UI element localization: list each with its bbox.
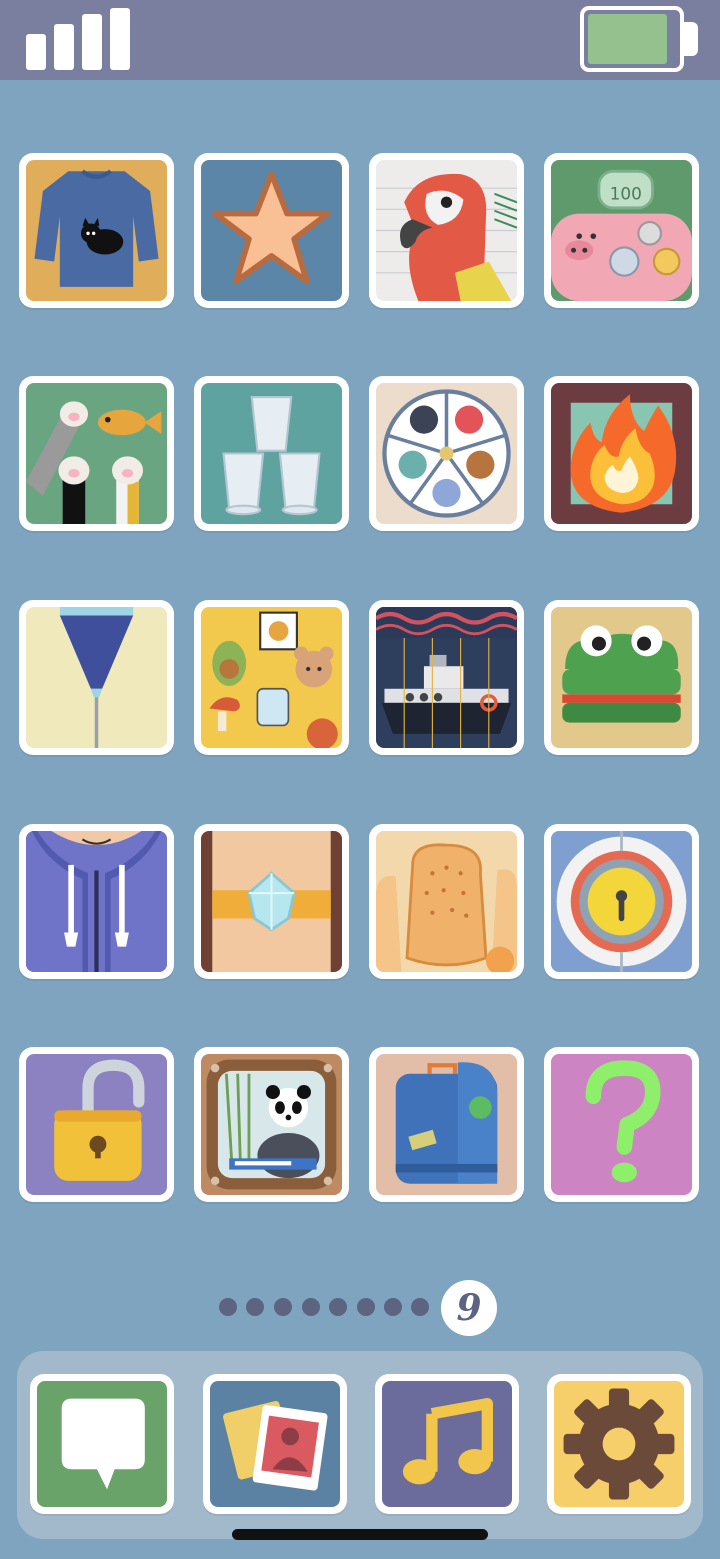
app-buttons-tray[interactable]	[369, 376, 524, 531]
messages-icon	[37, 1381, 167, 1507]
app-parrot-sketch[interactable]	[369, 153, 524, 308]
dock-app-settings[interactable]	[547, 1374, 691, 1514]
dock-app-messages[interactable]	[30, 1374, 174, 1514]
home-indicator[interactable]	[232, 1529, 488, 1540]
app-crocodile[interactable]	[544, 600, 699, 755]
page-dot[interactable]	[302, 1298, 320, 1316]
app-fire[interactable]	[544, 376, 699, 531]
app-keyhole-lock[interactable]	[544, 824, 699, 979]
page-dot[interactable]	[357, 1298, 375, 1316]
page-dot[interactable]	[384, 1298, 402, 1316]
app-piping-bag[interactable]	[19, 600, 174, 755]
app-stickers[interactable]	[194, 600, 349, 755]
suitcase-icon	[376, 1054, 517, 1195]
app-star[interactable]	[194, 153, 349, 308]
question-mark-icon	[551, 1054, 692, 1195]
fire-icon	[551, 383, 692, 524]
page-dot[interactable]	[219, 1298, 237, 1316]
app-gem-belt[interactable]	[194, 824, 349, 979]
app-open-padlock[interactable]	[19, 1047, 174, 1202]
app-stacked-cups[interactable]	[194, 376, 349, 531]
crocodile-sandwich-icon	[551, 607, 692, 748]
star-icon	[201, 160, 342, 301]
svg-text:100: 100	[610, 183, 642, 203]
crackers-icon	[376, 831, 517, 972]
page-dot[interactable]	[411, 1298, 429, 1316]
sweater-with-cat-icon	[26, 160, 167, 301]
panda-tv-icon	[201, 1054, 342, 1195]
gem-belt-icon	[201, 831, 342, 972]
battery-level	[588, 14, 667, 64]
app-hoodie[interactable]	[19, 824, 174, 979]
battery-cap	[684, 22, 698, 56]
piping-bag-icon	[26, 607, 167, 748]
open-padlock-icon	[26, 1054, 167, 1195]
page-dot[interactable]	[329, 1298, 347, 1316]
page-indicator: 9	[0, 1280, 720, 1336]
dock-app-photos[interactable]	[203, 1374, 347, 1514]
current-page-number: 9	[441, 1280, 497, 1336]
app-piggy-bank[interactable]: 100	[544, 153, 699, 308]
parrot-sketch-icon	[376, 160, 517, 301]
keyhole-lock-icon	[551, 831, 692, 972]
cat-paws-and-fish-icon	[26, 383, 167, 524]
app-cat-paws[interactable]	[19, 376, 174, 531]
buttons-tray-icon	[376, 383, 517, 524]
hoodie-icon	[26, 831, 167, 972]
cellular-signal-icon	[26, 8, 132, 70]
ship-icon	[376, 607, 517, 748]
music-icon	[382, 1381, 512, 1507]
stickers-icon	[201, 607, 342, 748]
battery-icon	[580, 6, 684, 72]
dock-app-music[interactable]	[375, 1374, 519, 1514]
settings-gear-icon	[554, 1381, 684, 1507]
piggy-bank-coins-icon: 100	[551, 160, 692, 301]
app-ship[interactable]	[369, 600, 524, 755]
photos-icon	[210, 1381, 340, 1507]
app-panda-tv[interactable]	[194, 1047, 349, 1202]
status-bar	[0, 0, 720, 80]
stacked-cups-icon	[201, 383, 342, 524]
page-dot[interactable]	[274, 1298, 292, 1316]
app-suitcase[interactable]	[369, 1047, 524, 1202]
app-question-mark[interactable]	[544, 1047, 699, 1202]
page-dot[interactable]	[246, 1298, 264, 1316]
app-crackers[interactable]	[369, 824, 524, 979]
app-sweater-with-cat[interactable]	[19, 153, 174, 308]
